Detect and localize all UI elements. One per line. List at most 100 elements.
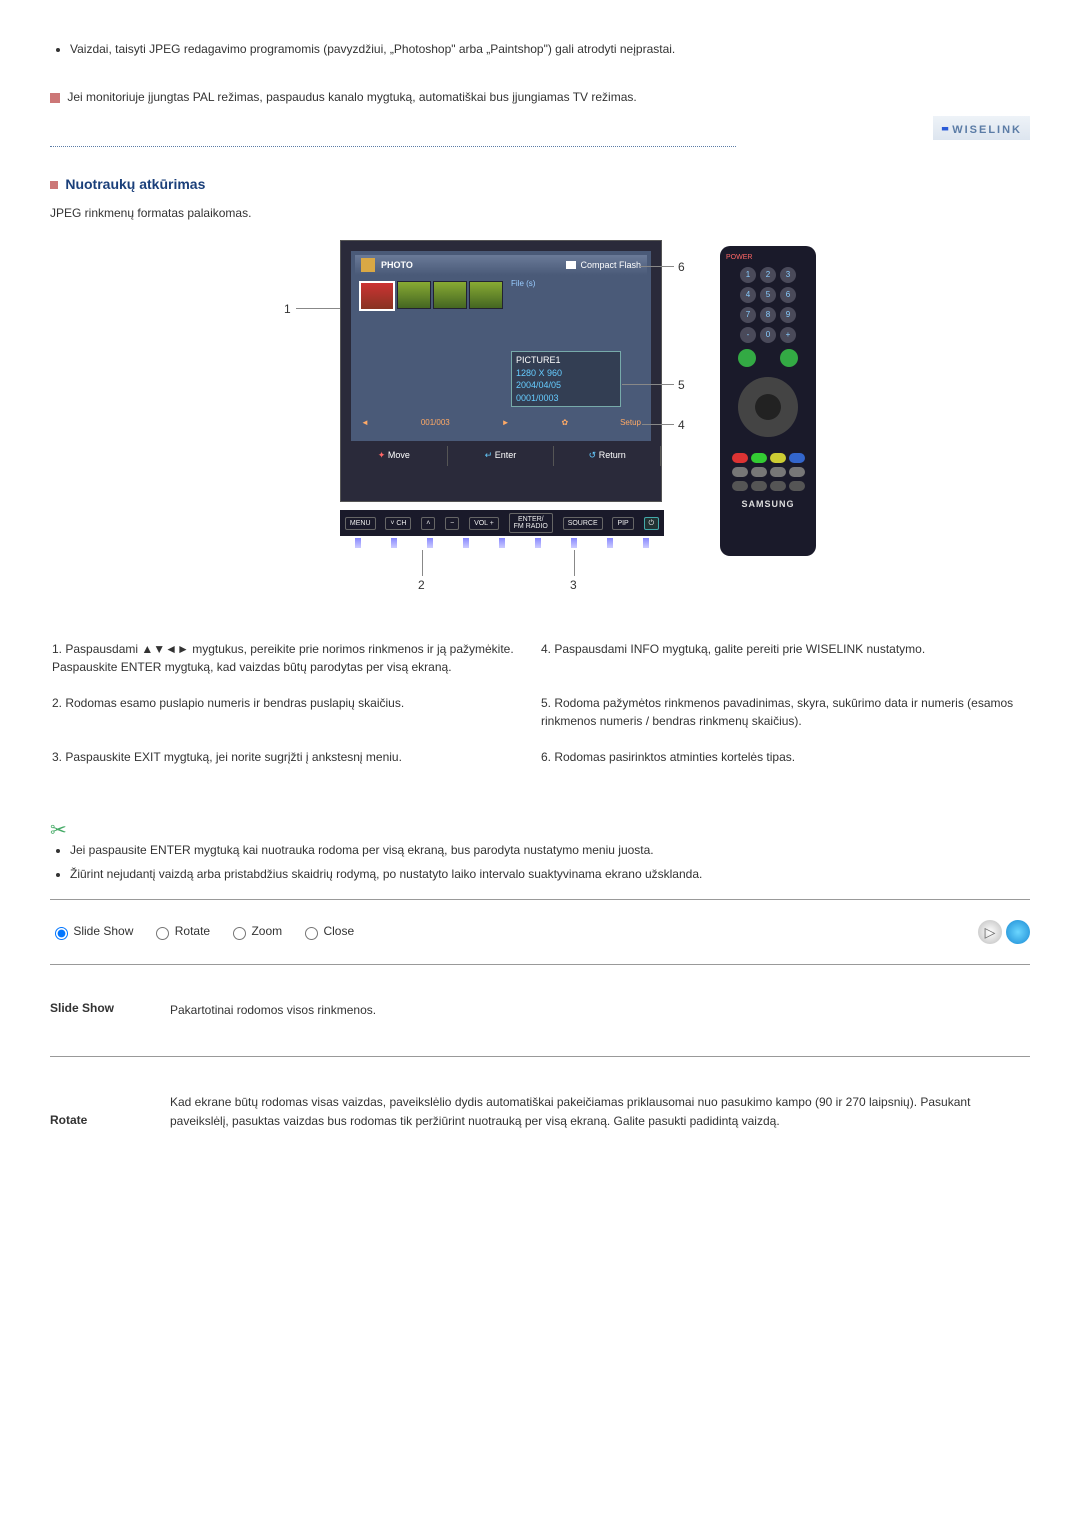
photo-label: PHOTO bbox=[381, 260, 566, 270]
radio-zoom[interactable]: Zoom bbox=[228, 924, 282, 940]
thumbnail-row bbox=[359, 281, 503, 311]
radio-row: Slide Show Rotate Zoom Close ▷ bbox=[50, 916, 1030, 948]
tv-screen: PHOTO Compact Flash File (s) PICTURE1 12… bbox=[351, 251, 651, 441]
radio-input[interactable] bbox=[233, 927, 246, 940]
wiselink-logo: ▪▪ WISELINK bbox=[933, 116, 1030, 140]
divider-dotted bbox=[50, 146, 736, 147]
note-icon bbox=[50, 93, 60, 103]
power-label: POWER bbox=[726, 254, 810, 261]
radio-slide-show[interactable]: Slide Show bbox=[50, 924, 133, 940]
definition-row: Slide Show Pakartotinai rodomos visos ri… bbox=[50, 981, 1030, 1040]
thumbnail bbox=[397, 281, 431, 309]
section-title: Nuotraukų atkūrimas bbox=[65, 176, 205, 192]
menu-button: MENU bbox=[345, 517, 376, 530]
callout-6: 6 bbox=[678, 260, 685, 274]
callout-line bbox=[574, 550, 575, 576]
radio-rotate[interactable]: Rotate bbox=[151, 924, 210, 940]
radio-input[interactable] bbox=[55, 927, 68, 940]
note-block: Jei monitoriuje įjungtas PAL režimas, pa… bbox=[50, 88, 1030, 106]
remote-side-button bbox=[738, 349, 756, 367]
remote-grey-row bbox=[726, 467, 810, 477]
next-disc-button[interactable] bbox=[1006, 920, 1030, 944]
definition-row: Rotate Kad ekrane būtų rodomas visas vai… bbox=[50, 1073, 1030, 1151]
instruction-cell: 2. Rodomas esamo puslapio numeris ir ben… bbox=[52, 686, 539, 738]
info-count: 0001/0003 bbox=[516, 392, 616, 405]
ch-up-button: ˄ bbox=[421, 517, 435, 530]
callout-5: 5 bbox=[678, 378, 685, 392]
radio-label: Zoom bbox=[251, 924, 282, 938]
radio-input[interactable] bbox=[156, 927, 169, 940]
vol-down-button: − bbox=[445, 517, 459, 530]
def-term-rotate: Rotate bbox=[50, 1093, 150, 1131]
thumbnail bbox=[359, 281, 395, 311]
card-icon bbox=[566, 261, 576, 269]
section-subtitle: JPEG rinkmenų formatas palaikomas. bbox=[50, 206, 1030, 220]
section-heading: Nuotraukų atkūrimas bbox=[50, 176, 1030, 192]
callout-line bbox=[640, 266, 674, 267]
remote-dpad bbox=[738, 377, 798, 437]
def-desc-rotate: Kad ekrane būtų rodomas visas vaizdas, p… bbox=[170, 1093, 1030, 1131]
source-button: SOURCE bbox=[563, 517, 603, 530]
file-panel-label: File (s) bbox=[511, 279, 535, 288]
ch-down-button: ˅ CH bbox=[385, 517, 411, 530]
diagram: PHOTO Compact Flash File (s) PICTURE1 12… bbox=[240, 240, 840, 600]
folder-icon bbox=[361, 258, 375, 272]
instruction-cell: 4. Paspausdami INFO mygtuką, galite pere… bbox=[541, 632, 1028, 684]
logo-text: WISELINK bbox=[952, 124, 1022, 136]
instruction-table: 1. Paspausdami ▲▼◄► mygtukus, pereikite … bbox=[50, 630, 1030, 776]
instruction-cell: 5. Rodoma pažymėtos rinkmenos pavadinima… bbox=[541, 686, 1028, 738]
info-resolution: 1280 X 960 bbox=[516, 367, 616, 380]
screen-top-bar: PHOTO Compact Flash bbox=[355, 255, 647, 275]
remote-color-row bbox=[726, 453, 810, 463]
setup-bar: ◄ 001/003 ► ✿ Setup bbox=[355, 415, 647, 429]
instruction-cell: 3. Paspauskite EXIT mygtuką, jei norite … bbox=[52, 740, 539, 774]
remote-grey-row bbox=[726, 481, 810, 491]
thumbnail bbox=[433, 281, 467, 309]
info-box: PICTURE1 1280 X 960 2004/04/05 0001/0003 bbox=[511, 351, 621, 407]
logo-squares-icon: ▪▪ bbox=[941, 120, 947, 136]
tv-button-row: MENU ˅ CH ˄ − VOL + ENTER/ FM RADIO SOUR… bbox=[340, 510, 664, 536]
callout-line bbox=[422, 550, 423, 576]
radio-label: Slide Show bbox=[73, 924, 133, 938]
note-text: Jei monitoriuje įjungtas PAL režimas, pa… bbox=[67, 90, 636, 104]
info-date: 2004/04/05 bbox=[516, 379, 616, 392]
thumbnail bbox=[469, 281, 503, 309]
top-bullet-list: Vaizdai, taisyti JPEG redagavimo program… bbox=[50, 40, 1030, 58]
page-counter: 001/003 bbox=[421, 418, 450, 427]
prev-disc-button[interactable]: ▷ bbox=[978, 920, 1002, 944]
callout-line bbox=[642, 424, 674, 425]
hint-bar: ✦ Move ↵ Enter ↺ Return bbox=[341, 446, 661, 466]
def-term-slide: Slide Show bbox=[50, 1001, 150, 1020]
hint-return: Return bbox=[599, 450, 626, 460]
remote-keypad: 123 456 789 -0+ bbox=[726, 267, 810, 343]
bottom-bullet-list: Jei paspausite ENTER mygtuką kai nuotrau… bbox=[50, 841, 1030, 883]
radio-label: Close bbox=[323, 924, 354, 938]
radio-close[interactable]: Close bbox=[300, 924, 354, 940]
remote-brand: SAMSUNG bbox=[726, 499, 810, 509]
instruction-cell: 1. Paspausdami ▲▼◄► mygtukus, pereikite … bbox=[52, 632, 539, 684]
remote-control: POWER 123 456 789 -0+ SAMSUNG bbox=[720, 246, 816, 556]
tick-row bbox=[340, 538, 664, 548]
radio-label: Rotate bbox=[175, 924, 210, 938]
setup-label: Setup bbox=[620, 418, 641, 427]
callout-4: 4 bbox=[678, 418, 685, 432]
card-label: Compact Flash bbox=[580, 260, 641, 270]
instruction-cell: 6. Rodomas pasirinktos atminties kortelė… bbox=[541, 740, 1028, 774]
pip-button: PIP bbox=[612, 517, 633, 530]
callout-1: 1 bbox=[284, 302, 291, 316]
power-button: ⏻ bbox=[644, 517, 660, 530]
info-name: PICTURE1 bbox=[516, 354, 616, 367]
section-bullet-icon bbox=[50, 181, 58, 189]
divider bbox=[50, 1056, 1030, 1057]
scissors-icon: ✂ bbox=[50, 816, 67, 841]
radio-input[interactable] bbox=[305, 927, 318, 940]
callout-3: 3 bbox=[570, 578, 577, 592]
remote-side-button bbox=[780, 349, 798, 367]
def-desc-slide: Pakartotinai rodomos visos rinkmenos. bbox=[170, 1001, 1030, 1020]
list-item: Žiūrint nejudantį vaizdą arba pristabdži… bbox=[70, 865, 1030, 883]
hint-enter: Enter bbox=[495, 450, 517, 460]
callout-2: 2 bbox=[418, 578, 425, 592]
divider bbox=[50, 899, 1030, 900]
vol-up-button: VOL + bbox=[469, 517, 499, 530]
list-item: Vaizdai, taisyti JPEG redagavimo program… bbox=[70, 40, 1030, 58]
